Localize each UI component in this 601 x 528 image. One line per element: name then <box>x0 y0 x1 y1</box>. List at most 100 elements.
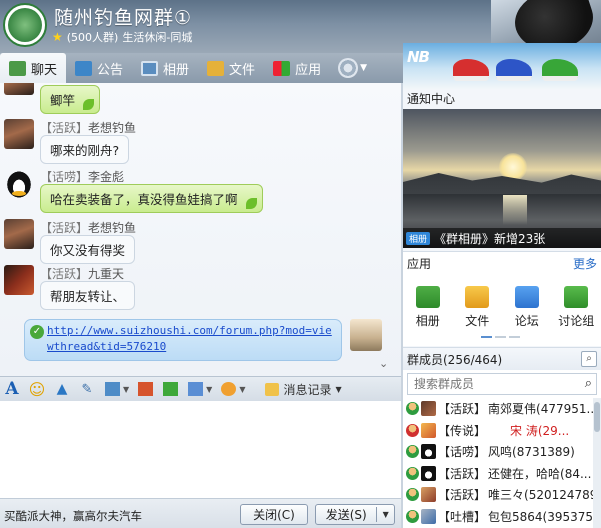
emoji-icon[interactable]: ☺ <box>27 380 47 399</box>
search-icon[interactable]: ⌕ <box>585 376 592 391</box>
chevron-down-icon[interactable]: ▼ <box>360 63 367 73</box>
history-icon <box>265 382 280 396</box>
member-count-title: 群成员(256/464) <box>407 352 503 367</box>
avatar[interactable] <box>4 119 34 149</box>
file-icon <box>207 60 225 76</box>
app-discussion[interactable]: 讨论组 <box>552 286 601 329</box>
sender-name[interactable]: 老想钓鱼 <box>88 121 136 135</box>
shoe-image <box>453 59 489 81</box>
send-button[interactable]: 发送(S) ▼ <box>315 504 395 525</box>
avatar <box>421 444 436 460</box>
tab-label: 应用 <box>295 62 322 78</box>
sender-name[interactable]: 老想钓鱼 <box>88 221 136 235</box>
message-input[interactable] <box>0 401 401 498</box>
group-info: ★ (500人群) 生活休闲-同城 <box>52 29 192 45</box>
notice-icon <box>75 60 93 76</box>
tab-notice[interactable]: 公告 <box>66 53 132 83</box>
more-apps-link[interactable]: 更多 <box>573 255 597 272</box>
avatar <box>421 422 436 438</box>
member-search-input[interactable] <box>408 374 568 394</box>
online-status-icon <box>406 402 419 416</box>
chevron-down-icon[interactable]: ▼ <box>123 385 129 394</box>
font-icon[interactable]: A <box>2 379 22 399</box>
tab-label: 文件 <box>229 62 256 78</box>
app-file[interactable]: 文件 <box>453 286 503 329</box>
shoe-image <box>496 59 532 81</box>
online-status-icon <box>406 488 419 502</box>
member-list[interactable]: 【活跃】 南郊夏伟(477951... 【传说】 宋 涛(29... 【话唠】 … <box>403 398 593 527</box>
music-icon[interactable] <box>135 380 155 398</box>
tab-app[interactable]: 应用 <box>264 53 330 83</box>
chat-icon <box>9 61 26 76</box>
chevron-down-icon[interactable]: ▼ <box>239 385 245 394</box>
message-bubble: 哪来的刚舟? <box>40 135 130 164</box>
chevron-down-icon: ▼ <box>335 384 342 394</box>
member-item[interactable]: 【传说】 宋 涛(29... <box>403 420 593 442</box>
album-icon <box>141 60 159 76</box>
app-section: 应用 更多 相册 文件 论坛 讨论组 <box>403 251 601 346</box>
shoe-image <box>542 59 578 81</box>
tab-chat[interactable]: 聊天 <box>0 53 67 84</box>
magic-emoji-icon[interactable] <box>218 380 238 398</box>
chevron-down-icon[interactable]: ▼ <box>206 385 212 394</box>
group-category[interactable]: 生活休闲-同城 <box>122 29 192 45</box>
scroll-to-bottom-icon[interactable]: ⌄ <box>379 357 388 370</box>
avatar[interactable] <box>350 319 382 351</box>
avatar[interactable] <box>4 83 34 95</box>
search-icon[interactable]: ⌕ <box>581 351 597 367</box>
tab-album[interactable]: 相册 <box>132 53 198 83</box>
avatar <box>421 487 436 503</box>
image-icon[interactable] <box>102 380 122 398</box>
verified-link-icon: ✓ <box>30 325 44 339</box>
member-item[interactable]: 【话唠】 风鸣(8731389) <box>403 441 593 463</box>
member-panel: 群成员(256/464) ⌕ ⌕ 【活跃】 南郊夏伟(477951... 【传说… <box>403 347 601 528</box>
group-avatar[interactable] <box>3 3 47 47</box>
avatar <box>421 401 436 417</box>
app-pager[interactable] <box>481 336 520 338</box>
member-item[interactable]: 【活跃】 还健在，哈哈(84... <box>403 463 593 485</box>
input-toolbar: A ☺ ▲ ✎ ▼ ▼ ▼ 消息记录 ▼ <box>0 376 401 401</box>
sender-name[interactable]: 李金彪 <box>88 170 124 184</box>
tab-label: 相册 <box>163 62 190 78</box>
ad-link[interactable]: 买酷派大神，赢高尔夫汽车 <box>4 508 142 524</box>
notice-caption[interactable]: 相册 《群相册》新增23张 <box>403 228 601 248</box>
tab-label: 公告 <box>97 62 124 78</box>
chat-history[interactable]: 鲫竿 【活跃】老想钓鱼 哪来的刚舟? 【话唠】李金彪 哈在卖装备了，真没得鱼娃搞… <box>0 83 401 376</box>
member-item[interactable]: 【活跃】 唯三々(520124789) <box>403 484 593 506</box>
avatar[interactable] <box>4 219 34 249</box>
app-album[interactable]: 相册 <box>403 286 453 329</box>
app-icon <box>273 60 291 76</box>
shake-icon[interactable]: ▲ <box>52 380 72 398</box>
bottom-bar: 买酷派大神，赢高尔夫汽车 关闭(C) 发送(S) ▼ <box>0 498 401 528</box>
member-search-box: ⌕ <box>407 373 597 395</box>
avatar[interactable] <box>4 265 34 295</box>
tab-label: 聊天 <box>31 63 58 78</box>
member-item[interactable]: 【吐槽】 包包5864(395375... <box>403 506 593 528</box>
chevron-down-icon[interactable]: ▼ <box>377 510 394 519</box>
message-link[interactable]: http://www.suizhoushi.com/forum.php?mod=… <box>47 323 335 355</box>
leaf-icon <box>83 99 95 110</box>
member-list-scrollbar[interactable] <box>593 398 601 528</box>
album-app-icon <box>415 286 440 308</box>
group-title: 随州钓鱼网群① <box>54 7 193 29</box>
message-bubble: 鲫竿 <box>40 85 101 114</box>
ad-banner[interactable]: NB <box>403 43 601 89</box>
message-sender: 【话唠】李金彪 <box>40 170 125 184</box>
present-icon[interactable] <box>160 380 180 398</box>
message-history-button[interactable]: 消息记录 ▼ <box>265 381 342 398</box>
edit-icon[interactable]: ✎ <box>77 380 97 398</box>
app-forum[interactable]: 论坛 <box>502 286 552 329</box>
tab-file[interactable]: 文件 <box>198 53 264 83</box>
notice-center-title: 通知中心 <box>407 92 456 106</box>
message-sender: 【活跃】九重天 <box>40 267 125 281</box>
avatar[interactable] <box>4 168 34 198</box>
member-item[interactable]: 【活跃】 南郊夏伟(477951... <box>403 398 593 420</box>
gear-icon[interactable] <box>338 58 359 78</box>
right-panel: 通知中心 相册 《群相册》新增23张 应用 更多 相册 文件 论坛 讨论组 群成… <box>403 89 601 528</box>
sender-name[interactable]: 九重天 <box>88 267 124 281</box>
screenshot-icon[interactable] <box>185 380 205 398</box>
message-bubble: 哈在卖装备了，真没得鱼娃搞了啊 <box>40 184 263 213</box>
file-app-icon <box>465 286 490 308</box>
online-status-icon <box>406 466 419 480</box>
close-button[interactable]: 关闭(C) <box>240 504 308 525</box>
